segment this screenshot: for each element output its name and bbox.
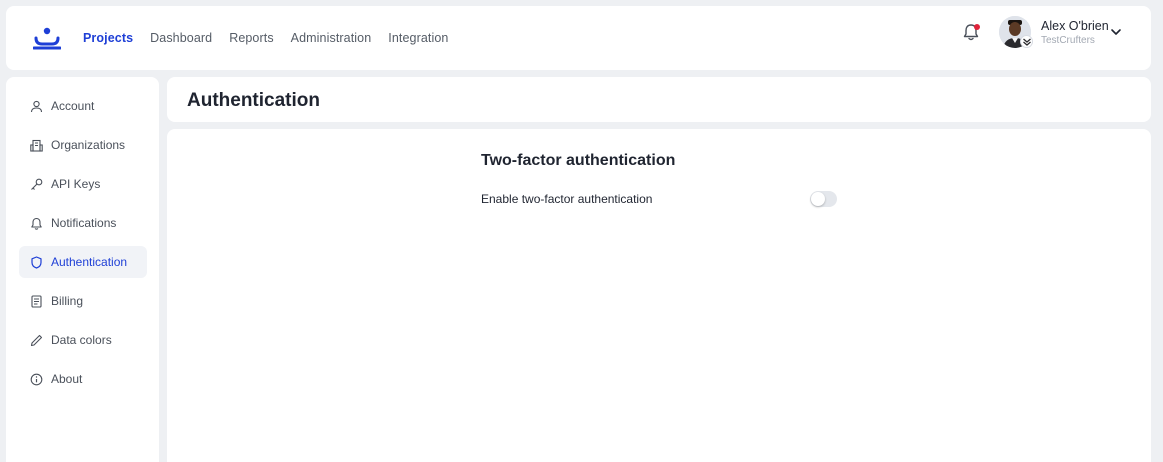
bell-icon — [31, 217, 42, 230]
nav-projects[interactable]: Projects — [83, 31, 133, 45]
sidebar-item-label: Account — [51, 99, 95, 113]
user-organization: TestCrufters — [1041, 35, 1095, 46]
sidebar-item-billing[interactable]: Billing — [19, 285, 147, 317]
sidebar-item-account[interactable]: Account — [19, 90, 147, 122]
sidebar-item-data-colors[interactable]: Data colors — [19, 324, 147, 356]
nav-integration[interactable]: Integration — [388, 31, 448, 45]
sidebar-item-label: Notifications — [51, 216, 117, 230]
sidebar-item-label: Billing — [51, 294, 84, 308]
info-icon — [30, 373, 43, 385]
nav-dashboard[interactable]: Dashboard — [150, 31, 212, 45]
two-factor-toggle[interactable] — [810, 191, 837, 207]
chevron-down-icon[interactable] — [1110, 27, 1122, 37]
receipt-icon — [31, 294, 42, 308]
two-factor-setting-label: Enable two-factor authentication — [481, 192, 653, 206]
notification-dot — [974, 24, 980, 30]
section-title: Two-factor authentication — [481, 152, 676, 169]
sidebar-item-label: Data colors — [51, 333, 112, 347]
sidebar-item-label: API Keys — [51, 177, 101, 191]
shield-icon — [31, 255, 42, 269]
sidebar-item-notifications[interactable]: Notifications — [19, 207, 147, 239]
settings-sidebar: Account Organizations API Keys Notificat… — [6, 77, 159, 462]
user-name[interactable]: Alex O'brien — [1041, 19, 1109, 33]
sidebar-item-authentication[interactable]: Authentication — [19, 246, 147, 278]
page-title: Authentication — [187, 90, 320, 111]
settings-content: Two-factor authentication Enable two-fac… — [167, 129, 1151, 462]
org-badge-icon — [1020, 35, 1033, 48]
sidebar-item-label: Authentication — [51, 255, 128, 269]
building-icon — [30, 139, 43, 152]
main-nav: Projects Dashboard Reports Administratio… — [83, 6, 465, 70]
user-icon — [30, 100, 43, 112]
app-logo-icon[interactable] — [33, 26, 61, 50]
nav-reports[interactable]: Reports — [229, 31, 273, 45]
page-header: Authentication — [167, 77, 1151, 122]
sidebar-item-api-keys[interactable]: API Keys — [19, 168, 147, 200]
sidebar-item-label: Organizations — [51, 138, 126, 152]
nav-administration[interactable]: Administration — [291, 31, 372, 45]
key-icon — [31, 178, 43, 190]
toggle-knob — [811, 192, 825, 206]
sidebar-item-organizations[interactable]: Organizations — [19, 129, 147, 161]
sidebar-item-about[interactable]: About — [19, 363, 147, 395]
pen-icon — [30, 334, 43, 346]
sidebar-item-label: About — [51, 372, 83, 386]
